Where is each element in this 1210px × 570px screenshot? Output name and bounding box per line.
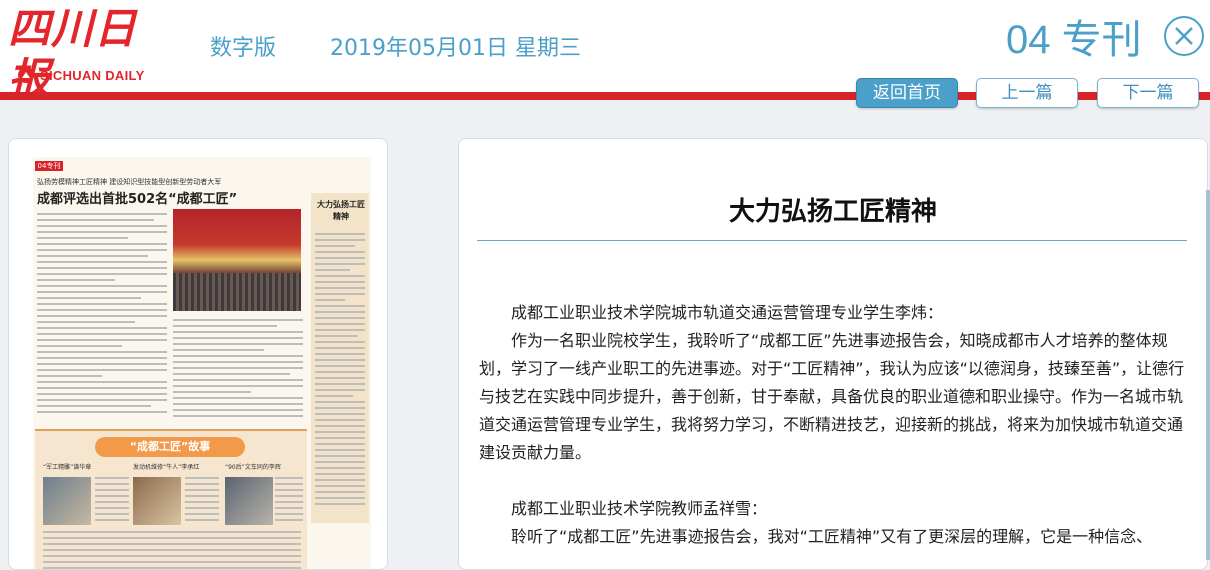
issue-date: 2019年05月01日 星期三 <box>330 36 581 61</box>
thumbnail-sidebar-text <box>315 233 365 509</box>
story-photo <box>43 477 91 525</box>
story-text <box>275 477 303 525</box>
article-panel: 大力弘扬工匠精神 成都工业职业技术学院城市轨道交通运营管理专业学生李炜： 作为一… <box>458 138 1208 570</box>
story-text <box>95 477 129 525</box>
article-paragraph: 聆听了“成都工匠”先进事迹报告会，我对“工匠精神”又有了更深层的理解，它是一种信… <box>511 527 1153 546</box>
story-photo <box>225 477 273 525</box>
story-photo <box>133 477 181 525</box>
edition-label: 数字版 <box>210 36 277 61</box>
next-article-button[interactable]: 下一篇 <box>1097 78 1199 108</box>
craftsman-stories-box[interactable]: “成都工匠”故事 “军工精雕”谱华章 发动机维修“牛人”李承红 “90后”文车同… <box>35 429 307 569</box>
article-title: 大力弘扬工匠精神 <box>728 197 937 227</box>
thumbnail-headline[interactable]: 成都评选出首批502名“成都工匠” <box>37 188 237 207</box>
thumbnail-page-number: 04专刊 <box>35 161 63 171</box>
article-paragraph: 作为一名职业院校学生，我聆听了“成都工匠”先进事迹报告会，知晓成都市人才培养的整… <box>479 331 1185 462</box>
thumbnail-text-block <box>37 213 167 417</box>
article-body: 成都工业职业技术学院城市轨道交通运营管理专业学生李炜： 作为一名职业院校学生，我… <box>479 299 1189 551</box>
close-circle-icon <box>1175 27 1193 45</box>
close-button[interactable] <box>1164 16 1204 56</box>
page-section-label: 04 专刊 <box>1006 18 1142 62</box>
logo-subline: SICHUAN DAILY <box>18 65 145 85</box>
page-thumbnail-panel: 04专刊 弘扬劳模精神工匠精神 建设知识型技能型创新型劳动者大军 成都评选出首批… <box>8 138 388 570</box>
logo-emblem-icon <box>18 67 34 83</box>
logo-chinese-text: 四川日报 <box>8 4 138 103</box>
thumbnail-sidebar-title: 大力弘扬工匠精神 <box>317 200 365 221</box>
stories-section-title: “成都工匠”故事 <box>95 437 245 457</box>
article-paragraph: 成都工业职业技术学院城市轨道交通运营管理专业学生李炜： <box>511 303 944 322</box>
article-paragraph: 成都工业职业技术学院教师孟祥雪： <box>511 499 768 518</box>
sichuan-daily-logo[interactable]: 四川日报 SICHUAN DAILY <box>8 4 178 103</box>
scrollbar-track[interactable] <box>1206 190 1210 560</box>
story-caption: 发动机维修“牛人”李承红 <box>133 464 200 471</box>
title-divider <box>477 240 1187 241</box>
story-text <box>185 477 219 525</box>
thumbnail-text-block <box>173 319 303 421</box>
conference-photo[interactable] <box>173 209 301 311</box>
home-button[interactable]: 返回首页 <box>856 78 958 108</box>
story-text <box>43 531 301 569</box>
logo-english-text: SICHUAN DAILY <box>40 67 145 83</box>
story-caption: “军工精雕”谱华章 <box>43 464 92 471</box>
story-caption: “90后”文车同的李辉 <box>225 464 281 471</box>
thumbnail-kicker: 弘扬劳模精神工匠精神 建设知识型技能型创新型劳动者大军 <box>37 178 222 186</box>
previous-article-button[interactable]: 上一篇 <box>976 78 1078 108</box>
newspaper-page-thumbnail[interactable]: 04专刊 弘扬劳模精神工匠精神 建设知识型技能型创新型劳动者大军 成都评选出首批… <box>33 157 371 569</box>
